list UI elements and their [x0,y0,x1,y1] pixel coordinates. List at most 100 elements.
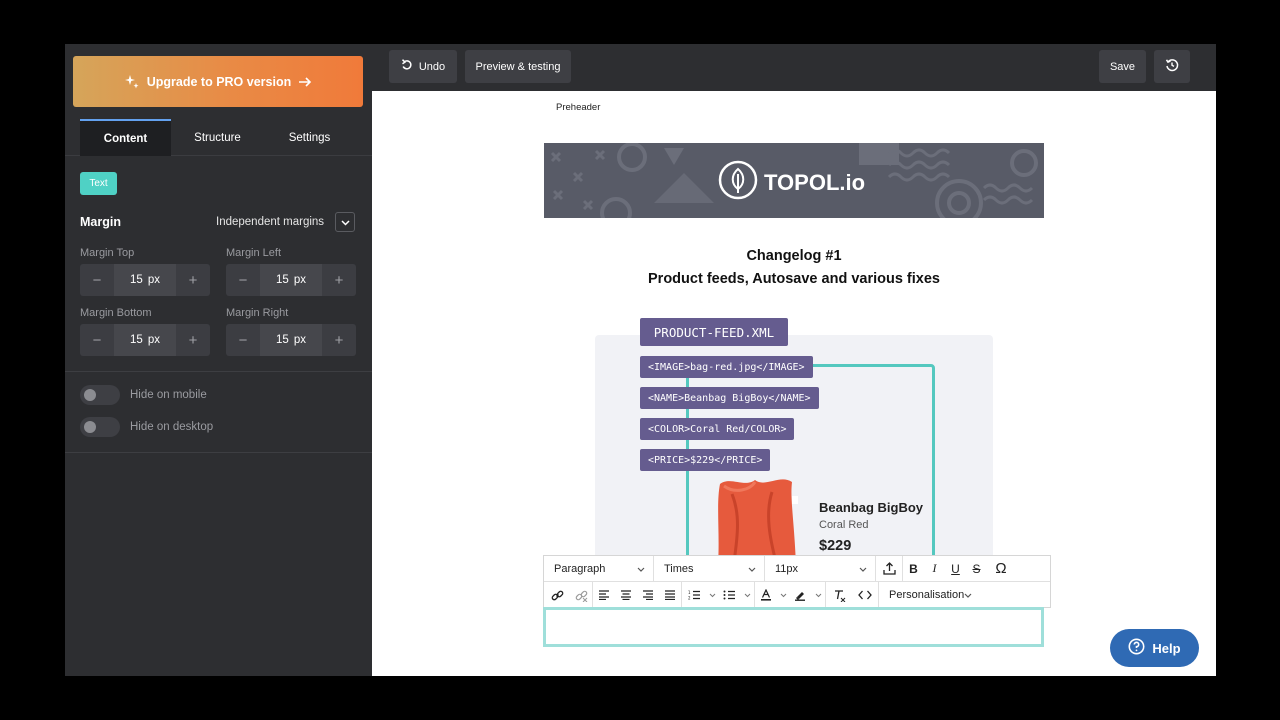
top-toolbar: Undo Preview & testing Save [372,44,1216,91]
margin-bottom-stepper: − 15 px + [80,324,210,356]
minus-icon[interactable]: − [80,264,114,296]
hide-desktop-label: Hide on desktop [130,421,214,433]
preview-testing-button[interactable]: Preview & testing [465,50,571,83]
block-format-select[interactable]: Paragraph [544,555,654,582]
chevron-down-icon[interactable] [706,582,718,608]
margin-right-stepper: − 15 px + [226,324,356,356]
align-right-icon[interactable] [637,582,659,608]
italic-icon[interactable]: I [924,556,945,582]
xml-tag-color: <COLOR>Coral Red/COLOR> [640,418,795,440]
plus-icon[interactable]: + [176,264,210,296]
chevron-down-icon [859,563,867,575]
margin-left-label: Margin Left [226,247,282,259]
feed-file-title: PRODUCT-FEED.XML [640,318,788,346]
insert-icon[interactable] [876,556,902,582]
email-editor-app: Upgrade to PRO version Content Structure… [65,44,1216,676]
chevron-down-icon[interactable] [811,582,825,608]
brand-name: TOPOL.io [764,170,866,195]
header-banner[interactable]: TOPOL.io [544,143,1044,218]
text-color-icon[interactable] [755,582,777,608]
bullet-list-icon[interactable] [718,582,740,608]
product-name: Beanbag BigBoy [819,500,924,515]
margin-bottom-label: Margin Bottom [80,307,152,319]
xml-tag-price: <PRICE>$229</PRICE> [640,449,771,471]
align-left-icon[interactable] [593,582,615,608]
text-format-toolbar: Paragraph Times 11px B I U S Ω 1 2 Perso… [543,555,1051,608]
margin-top-stepper: − 15 px + [80,264,210,296]
divider [65,452,372,453]
special-character-icon[interactable]: Ω [987,556,1015,582]
preheader-text[interactable]: Preheader [556,102,600,113]
hide-mobile-label: Hide on mobile [130,389,207,401]
question-icon [1128,638,1145,658]
email-canvas: Preheader TOPOL.io Changelog #1 Product … [372,91,1216,676]
unlink-icon[interactable] [570,582,592,608]
svg-text:2: 2 [688,596,691,601]
hide-desktop-toggle[interactable] [80,417,120,437]
margin-right-input[interactable]: 15 px [260,324,322,356]
align-justify-icon[interactable] [659,582,681,608]
svg-text:1: 1 [688,590,691,595]
margin-section-title: Margin [80,215,121,229]
chevron-down-icon [748,563,756,575]
bold-icon[interactable]: B [903,556,924,582]
changelog-subheading[interactable]: Product feeds, Autosave and various fixe… [544,271,1044,287]
tab-settings[interactable]: Settings [264,119,355,156]
chevron-down-icon [964,589,972,601]
toolbar-row-1: Paragraph Times 11px B I U S Ω [544,555,1050,582]
clear-formatting-icon[interactable] [826,582,852,608]
margin-top-label: Margin Top [80,247,135,259]
align-center-icon[interactable] [615,582,637,608]
margin-right-label: Margin Right [226,307,289,319]
text-block-editor[interactable] [543,607,1044,647]
plus-icon[interactable]: + [176,324,210,356]
help-button[interactable]: Help [1110,629,1199,667]
topol-logo: TOPOL.io [718,160,865,206]
plus-icon[interactable]: + [322,264,356,296]
margin-mode-dropdown[interactable] [335,212,355,232]
underline-icon[interactable]: U [945,556,966,582]
font-size-select[interactable]: 11px [765,555,876,582]
numbered-list-icon[interactable]: 12 [682,582,706,608]
plus-icon[interactable]: + [322,324,356,356]
margin-mode-label: Independent margins [216,216,325,228]
history-icon [1165,58,1179,75]
sparkle-icon [124,74,140,90]
chevron-down-icon[interactable] [777,582,789,608]
upgrade-pro-button[interactable]: Upgrade to PRO version [73,56,363,107]
settings-sidebar: Upgrade to PRO version Content Structure… [65,44,372,676]
toolbar-row-2: 12 Personalisation [544,582,1050,608]
source-code-icon[interactable] [852,582,878,608]
leaf-icon [718,160,758,206]
arrow-right-icon [298,76,312,88]
divider [65,371,372,372]
margin-top-input[interactable]: 15 px [114,264,176,296]
chevron-down-icon [340,213,350,231]
product-price: $229 [819,538,852,554]
product-color: Coral Red [819,519,869,531]
tab-structure[interactable]: Structure [172,119,263,156]
minus-icon[interactable]: − [226,264,260,296]
minus-icon[interactable]: − [226,324,260,356]
undo-icon [401,59,413,74]
changelog-heading[interactable]: Changelog #1 [544,248,1044,264]
tab-content[interactable]: Content [80,119,171,156]
beanbag-image [710,474,802,564]
xml-tag-name: <NAME>Beanbag BigBoy</NAME> [640,387,819,409]
sidebar-tabs: Content Structure Settings [65,119,372,156]
save-button[interactable]: Save [1099,50,1146,83]
hide-mobile-toggle[interactable] [80,385,120,405]
personalisation-select[interactable]: Personalisation [879,582,989,608]
xml-tag-image: <IMAGE>bag-red.jpg</IMAGE> [640,356,813,378]
block-type-badge: Text [80,172,117,195]
undo-button[interactable]: Undo [389,50,457,83]
margin-bottom-input[interactable]: 15 px [114,324,176,356]
margin-left-input[interactable]: 15 px [260,264,322,296]
font-family-select[interactable]: Times [654,555,765,582]
link-icon[interactable] [544,582,570,608]
minus-icon[interactable]: − [80,324,114,356]
highlight-color-icon[interactable] [789,582,811,608]
history-button[interactable] [1154,50,1190,83]
chevron-down-icon[interactable] [740,582,754,608]
strikethrough-icon[interactable]: S [966,556,987,582]
